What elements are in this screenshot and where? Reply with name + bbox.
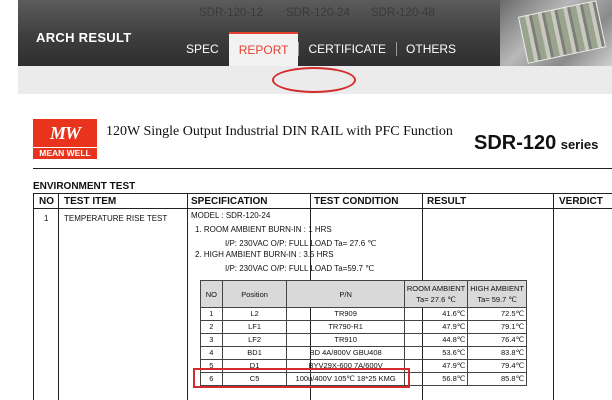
comp-high: 79.1℃ xyxy=(467,320,527,334)
pcb-image xyxy=(517,0,607,64)
series-name: SDR-120 xyxy=(474,132,557,154)
spec-line: MODEL : SDR-120-24 xyxy=(191,211,271,220)
spec-line: 1. ROOM AMBIENT BURN-IN : 1 HRS xyxy=(195,225,332,234)
comp-pn: TR909 xyxy=(286,307,405,321)
component-row: 3 LF2 TR910 44.8℃ 76.4℃ xyxy=(200,333,527,347)
comp-high: 76.4℃ xyxy=(467,333,527,347)
comp-pn: BD 4A/800V GBU408 xyxy=(286,346,405,360)
comp-position: BD1 xyxy=(221,346,288,360)
comp-no: 3 xyxy=(200,333,223,347)
comp-high: 72.5℃ xyxy=(467,307,527,321)
comp-room: 53.6℃ xyxy=(403,346,469,360)
column-divider xyxy=(187,194,188,400)
c5-highlight-box xyxy=(193,368,410,388)
series-suffix: series xyxy=(560,137,599,152)
spec-line: 2. HIGH AMBIENT BURN-IN : 3.5 HRS xyxy=(195,250,334,259)
title-rule xyxy=(33,168,612,169)
comp-high: 85.8℃ xyxy=(467,372,527,386)
mean-well-logo: MW MEAN WELL xyxy=(33,119,97,159)
comp-header-no: NO xyxy=(200,280,223,308)
comp-position: LF1 xyxy=(221,320,288,334)
comp-high: 83.8℃ xyxy=(467,346,527,360)
section-heading: ENVIRONMENT TEST xyxy=(33,181,136,192)
product-photo xyxy=(500,0,612,66)
column-divider xyxy=(58,194,59,400)
series-label: SDR-120 series xyxy=(474,132,598,155)
component-header-row: NO Position P/N ROOM AMBIENT Ta= 27.6 ℃ … xyxy=(200,280,527,308)
header-specification: SPECIFICATION xyxy=(191,196,268,207)
tab-spec[interactable]: SPEC xyxy=(176,32,229,66)
header-test-condition: TEST CONDITION xyxy=(314,196,399,207)
tab-report[interactable]: REPORT xyxy=(228,32,299,66)
comp-header-high-title: HIGH AMBIENT xyxy=(470,284,524,293)
selected-model-circle xyxy=(272,67,356,93)
comp-header-high-ta: Ta= 59.7 ℃ xyxy=(477,295,517,304)
model-link-sdr-120-48[interactable]: SDR-120-48 xyxy=(371,7,435,19)
tab-bar: SPEC REPORT CERTIFICATE OTHERS xyxy=(176,32,466,66)
header-underline xyxy=(34,208,612,209)
comp-room: 41.6℃ xyxy=(403,307,469,321)
header-no: NO xyxy=(39,196,54,207)
comp-header-pn: P/N xyxy=(286,280,405,308)
comp-header-high: HIGH AMBIENT Ta= 59.7 ℃ xyxy=(467,280,527,308)
tab-certificate[interactable]: CERTIFICATE xyxy=(298,32,396,66)
comp-room: 56.8℃ xyxy=(403,372,469,386)
comp-position: L2 xyxy=(221,307,288,321)
logo-wordmark: MEAN WELL xyxy=(33,148,97,159)
spec-line: I/P: 230VAC O/P: FULL LOAD Ta=59.7 ℃ xyxy=(225,264,375,273)
comp-position: LF2 xyxy=(221,333,288,347)
component-row: 2 LF1 TR790-R1 47.9℃ 79.1℃ xyxy=(200,320,527,334)
row-no: 1 xyxy=(44,214,49,223)
comp-pn: TR790-R1 xyxy=(286,320,405,334)
model-link-sdr-120-24[interactable]: SDR-120-24 xyxy=(286,7,350,19)
comp-room: 44.8℃ xyxy=(403,333,469,347)
header-test-item: TEST ITEM xyxy=(64,196,117,207)
document-title: 120W Single Output Industrial DIN RAIL w… xyxy=(106,124,453,139)
comp-no: 1 xyxy=(200,307,223,321)
component-row: 1 L2 TR909 41.6℃ 72.5℃ xyxy=(200,307,527,321)
tab-others[interactable]: OTHERS xyxy=(396,32,466,66)
comp-header-position: Position xyxy=(221,280,288,308)
comp-no: 2 xyxy=(200,320,223,334)
comp-pn: TR910 xyxy=(286,333,405,347)
comp-high: 79.4℃ xyxy=(467,359,527,373)
comp-header-room: ROOM AMBIENT Ta= 27.6 ℃ xyxy=(403,280,469,308)
header-result: RESULT xyxy=(427,196,467,207)
comp-header-room-title: ROOM AMBIENT xyxy=(406,284,466,293)
logo-mark: MW xyxy=(33,119,97,147)
component-row: 4 BD1 BD 4A/800V GBU408 53.6℃ 83.8℃ xyxy=(200,346,527,360)
comp-room: 47.9℃ xyxy=(403,320,469,334)
comp-room: 47.9℃ xyxy=(403,359,469,373)
row-test-item: TEMPERATURE RISE TEST xyxy=(64,214,168,223)
spec-line: I/P: 230VAC O/P: FULL LOAD Ta= 27.6 ℃ xyxy=(225,239,377,248)
comp-header-room-ta: Ta= 27.6 ℃ xyxy=(416,295,456,304)
header-verdict: VERDICT xyxy=(559,196,603,207)
column-divider xyxy=(553,194,554,400)
model-link-sdr-120-12[interactable]: SDR-120-12 xyxy=(199,7,263,19)
search-result-title: ARCH RESULT xyxy=(36,30,132,45)
comp-no: 4 xyxy=(200,346,223,360)
